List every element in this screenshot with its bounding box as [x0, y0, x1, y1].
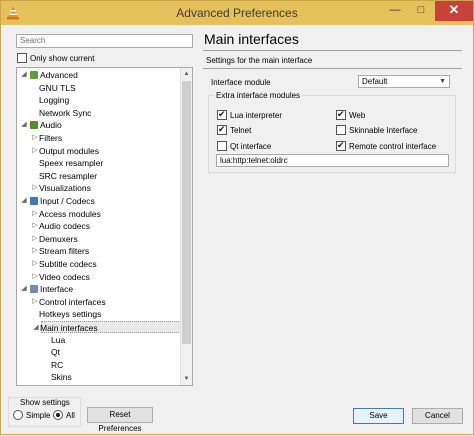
preferences-tree[interactable]: ◢ Advanced GNU TLS Logging Network Sync ◢ Audi…: [16, 67, 193, 386]
title-bar[interactable]: Advanced Preferences — □ ✕: [1, 1, 473, 25]
interface-module-value: Default: [362, 77, 388, 86]
collapse-arrow-icon[interactable]: ▷: [31, 182, 39, 194]
input-codecs-icon: [30, 197, 38, 205]
tree-item-label: Hotkeys settings: [39, 309, 102, 320]
tree-item-label: Stream filters: [39, 246, 90, 257]
search-input[interactable]: Search: [16, 34, 193, 48]
minimize-button[interactable]: —: [382, 1, 408, 21]
tree-item-label: Filters: [39, 133, 63, 143]
collapse-arrow-icon[interactable]: ▷: [31, 271, 39, 283]
audio-icon: [30, 121, 38, 130]
tree-item-label: Input / Codecs: [40, 196, 95, 206]
tree-item-label: Access modules: [39, 208, 101, 219]
tree-item-label: Demuxers: [39, 233, 78, 244]
expand-arrow-icon[interactable]: ◢: [32, 322, 40, 334]
collapse-arrow-icon[interactable]: ▷: [31, 245, 39, 257]
advanced-icon: [30, 71, 38, 79]
scrollbar-thumb[interactable]: [182, 81, 191, 344]
preferences-window: Advanced Preferences — □ ✕ Search Only s…: [0, 0, 474, 435]
extra-interface-modules-title: Extra interface modules: [214, 91, 303, 100]
tree-item-label: Visualizations: [39, 183, 91, 194]
tree-item-label: Lua: [51, 334, 66, 345]
all-radio-label: All: [66, 411, 75, 420]
simple-radio[interactable]: [13, 410, 23, 420]
save-button[interactable]: Save: [353, 408, 404, 424]
chevron-down-icon: ▼: [439, 78, 446, 85]
collapse-arrow-icon[interactable]: ▷: [31, 132, 39, 144]
collapse-arrow-icon[interactable]: ▷: [31, 233, 39, 245]
extra-module-label: Remote control interface: [349, 142, 437, 151]
tree-item-label: Audio codecs: [39, 221, 91, 232]
subtitle-divider: [203, 68, 462, 69]
tree-item-label: Output modules: [39, 145, 100, 156]
cancel-button[interactable]: Cancel: [412, 408, 463, 424]
tree-item-label: Control interfaces: [39, 296, 106, 307]
extra-module-checkbox[interactable]: [217, 124, 227, 135]
tree-item-label: Qt: [51, 347, 60, 358]
tree-item-label: Subtitle codecs: [39, 259, 97, 269]
tree-item-label: SRC resampler: [39, 170, 98, 181]
extra-module-label: Telnet: [230, 126, 252, 135]
extra-module-label: Qt interface: [230, 142, 272, 151]
scroll-up-arrow-icon[interactable]: ▲: [181, 68, 192, 80]
expand-arrow-icon[interactable]: ◢: [20, 195, 28, 207]
tree-item-label: Network Sync: [39, 107, 92, 118]
all-radio[interactable]: [53, 410, 63, 420]
tree-item[interactable]: ◢ Main interfaces: [33, 321, 181, 333]
only-show-current-checkbox[interactable]: [17, 53, 27, 63]
expand-arrow-icon[interactable]: ◢: [20, 283, 28, 295]
tree-item-label: Advanced: [40, 70, 78, 80]
extra-module-checkbox[interactable]: [336, 109, 346, 120]
tree-scrollbar[interactable]: ▲ ▼: [180, 68, 192, 385]
tree-item-label: Audio: [40, 120, 62, 131]
extra-module-checkbox[interactable]: [217, 141, 227, 151]
collapse-arrow-icon[interactable]: ▷: [31, 208, 39, 220]
close-button[interactable]: ✕: [435, 1, 473, 21]
extra-module-checkbox[interactable]: [336, 125, 346, 135]
tree-item-label: GNU TLS: [39, 82, 76, 93]
title-divider: [203, 50, 462, 51]
tree-item-label: Video codecs: [39, 271, 90, 282]
interface-module-label: Interface module: [211, 78, 271, 87]
extra-module-label: Web: [349, 111, 366, 120]
scroll-down-arrow-icon[interactable]: ▼: [181, 373, 192, 385]
interface-icon: [30, 285, 38, 294]
page-subtitle: Settings for the main interface: [206, 56, 313, 65]
simple-radio-label: Simple: [26, 411, 51, 420]
interface-module-select[interactable]: Default ▼: [358, 75, 450, 88]
extra-module-checkbox[interactable]: [217, 109, 227, 120]
tree-item-label: Interface: [40, 284, 74, 295]
extra-module-checkbox[interactable]: [336, 140, 346, 151]
collapse-arrow-icon[interactable]: ▷: [31, 220, 39, 232]
tree-item-label: Main interfaces: [40, 323, 98, 333]
tree-item-label: Speex resampler: [39, 158, 104, 169]
expand-arrow-icon[interactable]: ◢: [20, 119, 28, 131]
extra-module-label: Lua interpreter: [230, 111, 283, 120]
maximize-button[interactable]: □: [408, 1, 434, 21]
tree-item-label: Skins: [51, 372, 72, 383]
expand-arrow-icon[interactable]: ◢: [20, 69, 28, 81]
collapse-arrow-icon[interactable]: ▷: [31, 258, 39, 270]
tree-item-label: RC: [51, 359, 64, 370]
tree-item-label: Logging: [39, 95, 70, 106]
extra-module-label: Skinnable Interface: [349, 126, 418, 135]
only-show-current-label: Only show current: [30, 54, 95, 63]
collapse-arrow-icon[interactable]: ▷: [31, 296, 39, 308]
extra-modules-value-field[interactable]: lua:http:telnet:oldrc: [216, 154, 449, 167]
reset-preferences-button[interactable]: Reset Preferences: [87, 407, 153, 433]
page-title: Main interfaces: [204, 31, 299, 47]
collapse-arrow-icon[interactable]: ▷: [31, 145, 39, 157]
